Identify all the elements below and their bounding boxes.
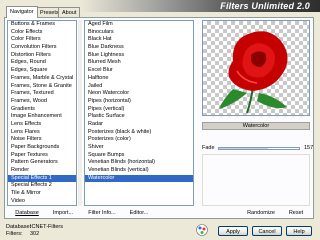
filter-info-button-label: Filter Info... bbox=[88, 210, 116, 216]
filter-item[interactable]: Pipes (vertical) bbox=[85, 106, 193, 114]
category-list[interactable]: Buttons & Frames Color Effects Color Filte… bbox=[7, 20, 77, 206]
rose-image bbox=[219, 31, 288, 114]
cancel-button-label: Cancel bbox=[258, 229, 276, 235]
category-item[interactable]: Special Effects 1 bbox=[8, 174, 76, 183]
cancel-button[interactable]: Cancel bbox=[252, 226, 282, 236]
category-item[interactable]: Buttons & Frames bbox=[8, 21, 76, 29]
filter-item[interactable]: Blurred Mesh bbox=[85, 59, 193, 67]
filters-label: Filters: bbox=[6, 231, 23, 237]
filter-item[interactable]: Excel Blur bbox=[85, 67, 193, 75]
reset-button[interactable]: Reset bbox=[284, 208, 308, 218]
filter-item[interactable]: Binoculars bbox=[85, 29, 193, 37]
filter-logo-icon bbox=[196, 224, 208, 236]
filter-item[interactable]: Venetian Blinds (vertical) bbox=[85, 167, 193, 175]
category-item[interactable]: Paper Textures bbox=[8, 152, 76, 160]
category-item[interactable]: Gradients bbox=[8, 106, 76, 114]
category-item[interactable]: Pattern Generators bbox=[8, 159, 76, 167]
filter-item[interactable]: Neon Watercolor bbox=[85, 90, 193, 98]
filter-item[interactable]: Posterizes (black & white) bbox=[85, 129, 193, 137]
category-item[interactable]: Render bbox=[8, 167, 76, 175]
category-item[interactable]: Edges, Round bbox=[8, 59, 76, 67]
fade-slider-fill bbox=[219, 148, 269, 149]
rose-leaf-right bbox=[257, 93, 287, 109]
editor-button-label: Editor... bbox=[129, 210, 149, 216]
category-item[interactable]: Frames, Textured bbox=[8, 90, 76, 98]
category-item[interactable]: Image Enhancement bbox=[8, 113, 76, 121]
filter-item[interactable]: Jailed bbox=[85, 83, 193, 91]
randomize-button-label: Randomize bbox=[247, 210, 275, 216]
filter-item[interactable]: Pipes (horizontal) bbox=[85, 98, 193, 106]
rose-stem bbox=[246, 86, 254, 114]
preview-label-bar: Watercolor bbox=[202, 122, 310, 130]
category-item[interactable]: Color Effects bbox=[8, 29, 76, 37]
category-item[interactable]: Special Effects 2 bbox=[8, 182, 76, 190]
filter-info-button[interactable]: Filter Info... bbox=[84, 208, 120, 218]
filter-item[interactable]: Venetian Blinds (horizontal) bbox=[85, 159, 193, 167]
filter-item[interactable]: Posterizes (color) bbox=[85, 136, 193, 144]
filter-item[interactable]: Radar bbox=[85, 121, 193, 129]
randomize-button[interactable]: Randomize bbox=[244, 208, 278, 218]
preview-image bbox=[202, 20, 310, 116]
category-item[interactable]: Convolution Filters bbox=[8, 44, 76, 52]
filter-item[interactable]: Halftone bbox=[85, 75, 193, 83]
category-item[interactable]: Distortion Filters bbox=[8, 52, 76, 60]
filter-item[interactable]: Blue Darkness bbox=[85, 44, 193, 52]
app-logo bbox=[196, 224, 208, 236]
import-button-label: Import... bbox=[52, 210, 74, 216]
category-item[interactable]: Video bbox=[8, 198, 76, 206]
filter-item[interactable]: Aged Film bbox=[85, 21, 193, 29]
slider-label-fade: Fade bbox=[202, 145, 215, 151]
category-item[interactable]: Lens Flares bbox=[8, 129, 76, 137]
database-button-label: Database bbox=[15, 210, 39, 216]
rose-leaf-left bbox=[219, 89, 247, 109]
help-button-label: Help bbox=[293, 229, 305, 235]
help-button[interactable]: Help bbox=[286, 226, 312, 236]
filters-value: 302 bbox=[30, 231, 40, 237]
fade-slider-track[interactable] bbox=[218, 147, 300, 150]
tab-about[interactable]: About bbox=[58, 7, 81, 17]
editor-button[interactable]: Editor... bbox=[124, 208, 154, 218]
category-item[interactable]: Color Filters bbox=[8, 36, 76, 44]
tab-navigator[interactable]: Navigator bbox=[6, 6, 38, 18]
database-value: ICNET-Filters bbox=[30, 224, 63, 230]
apply-button-label: Apply bbox=[226, 229, 240, 235]
filter-item[interactable]: Square Bumps bbox=[85, 152, 193, 160]
import-button[interactable]: Import... bbox=[48, 208, 78, 218]
category-item[interactable]: Paper Backgrounds bbox=[8, 144, 76, 152]
category-item[interactable]: Frames, Marble & Crystal bbox=[8, 75, 76, 83]
database-label: Database: bbox=[6, 224, 32, 230]
database-button[interactable]: Database bbox=[12, 208, 42, 218]
parameter-panel bbox=[202, 154, 310, 206]
apply-button[interactable]: Apply bbox=[218, 226, 248, 236]
filter-item[interactable]: Watercolor bbox=[85, 174, 193, 183]
category-item[interactable]: Noise Filters bbox=[8, 136, 76, 144]
category-item[interactable]: Frames, Wood bbox=[8, 98, 76, 106]
filter-item[interactable]: Shiver bbox=[85, 144, 193, 152]
slider-value-fade: 157 bbox=[304, 145, 314, 151]
title-banner: Filters Unlimited 2.0 bbox=[80, 0, 320, 12]
category-scrollbar[interactable] bbox=[78, 20, 82, 206]
filter-list[interactable]: Aged Film Binoculars Black Hat Blue Darknes… bbox=[84, 20, 194, 206]
category-item[interactable]: Tile & Mirror bbox=[8, 190, 76, 198]
category-item[interactable]: Edges, Square bbox=[8, 67, 76, 75]
category-item[interactable]: Frames, Stone & Granite bbox=[8, 83, 76, 91]
filter-item[interactable]: Black Hat bbox=[85, 36, 193, 44]
category-item[interactable]: Lens Effects bbox=[8, 121, 76, 129]
reset-button-label: Reset bbox=[288, 210, 304, 216]
preview-label: Watercolor bbox=[242, 123, 270, 129]
app-title: Filters Unlimited 2.0 bbox=[220, 1, 310, 11]
filter-item[interactable]: Plastic Surface bbox=[85, 113, 193, 121]
filter-item[interactable]: Blue Lightness bbox=[85, 52, 193, 60]
